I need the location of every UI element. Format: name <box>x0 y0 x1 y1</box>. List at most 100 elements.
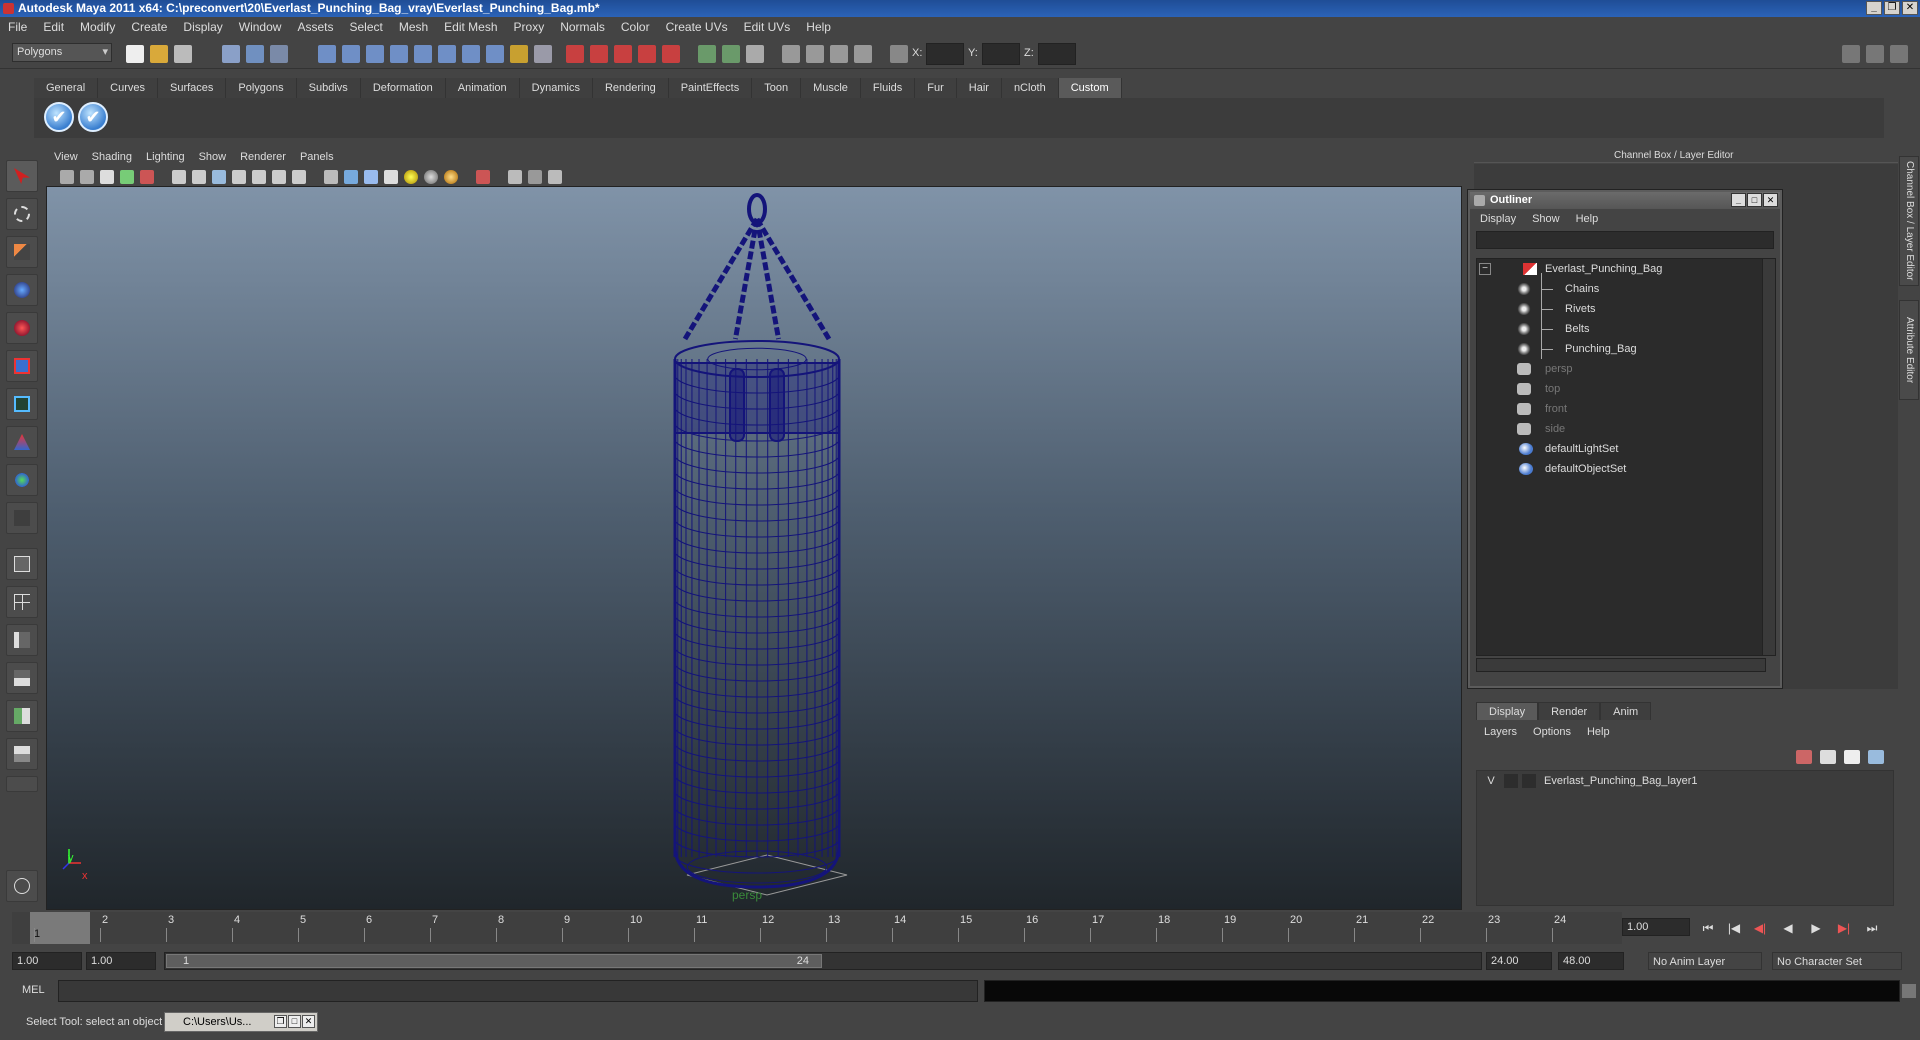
layer-visibility-toggle[interactable]: V <box>1484 772 1498 790</box>
layer-menu-layers[interactable]: Layers <box>1484 726 1517 738</box>
outliner-close-button[interactable]: ✕ <box>1763 193 1778 207</box>
select-curves-icon[interactable] <box>366 45 384 63</box>
select-camera-icon[interactable] <box>60 170 74 184</box>
close-button[interactable]: ✕ <box>1902 1 1918 15</box>
render-current-frame-icon[interactable] <box>806 45 824 63</box>
viewport-menu-lighting[interactable]: Lighting <box>146 151 185 163</box>
animation-start-field[interactable]: 1.00 <box>12 952 82 970</box>
select-rendering-icon[interactable] <box>462 45 480 63</box>
perspective-viewport[interactable] <box>46 186 1462 910</box>
menu-set-select[interactable]: Polygons ▾ <box>12 43 112 62</box>
wireframe-icon[interactable] <box>324 170 338 184</box>
shelf-tab-general[interactable]: General <box>34 78 99 98</box>
current-time-field[interactable]: 1.00 <box>1622 918 1690 936</box>
shelf-tab-toon[interactable]: Toon <box>752 78 802 98</box>
menu-color[interactable]: Color <box>621 20 650 34</box>
open-scene-icon[interactable] <box>150 45 168 63</box>
viewport-menu-view[interactable]: View <box>54 151 78 163</box>
menu-edit-mesh[interactable]: Edit Mesh <box>444 20 497 34</box>
menu-create[interactable]: Create <box>131 20 167 34</box>
make-live-icon[interactable] <box>662 45 680 63</box>
layer-tab-anim[interactable]: Anim <box>1600 702 1652 720</box>
shelf-tab-dynamics[interactable]: Dynamics <box>519 78 593 98</box>
soft-modification-button[interactable] <box>6 426 38 458</box>
menu-help[interactable]: Help <box>806 20 831 34</box>
lock-selection-icon[interactable] <box>510 45 528 63</box>
shelf-tab-custom[interactable]: Custom <box>1058 78 1122 98</box>
isolate-select-icon[interactable] <box>476 170 490 184</box>
gate-mask-icon[interactable] <box>232 170 246 184</box>
outliner-item-front[interactable]: front <box>1477 399 1757 419</box>
menu-display[interactable]: Display <box>183 20 222 34</box>
last-tool-button[interactable] <box>6 502 38 534</box>
layer-menu-help[interactable]: Help <box>1587 726 1610 738</box>
outliner-title-bar[interactable]: Outliner _ □ ✕ <box>1470 192 1780 209</box>
shelf-tab-curves[interactable]: Curves <box>98 78 158 98</box>
persp-outliner-layout-button[interactable] <box>6 624 38 656</box>
shelf-tab-rendering[interactable]: Rendering <box>592 78 669 98</box>
input-connections-icon[interactable] <box>698 45 716 63</box>
menu-mesh[interactable]: Mesh <box>399 20 428 34</box>
select-dynamics-icon[interactable] <box>438 45 456 63</box>
shelf-tab-surfaces[interactable]: Surfaces <box>157 78 227 98</box>
bookmarks-icon[interactable] <box>100 170 114 184</box>
minimize-button[interactable]: _ <box>1866 1 1882 15</box>
select-by-hierarchy-icon[interactable] <box>222 45 240 63</box>
attribute-editor-side-tab[interactable]: Attribute Editor <box>1899 300 1919 400</box>
show-hud-icon[interactable] <box>548 170 562 184</box>
resolution-gate-icon[interactable] <box>212 170 226 184</box>
channel-box-side-tab[interactable]: Channel Box / Layer Editor <box>1899 156 1919 286</box>
step-forward-frame-button[interactable]: ▶| <box>1834 920 1854 936</box>
layout-collapse-button[interactable] <box>6 776 38 792</box>
snap-to-curves-icon[interactable] <box>590 45 608 63</box>
persp-graph-outliner-layout-button[interactable] <box>6 738 38 770</box>
step-back-frame-button[interactable]: ◀| <box>1750 920 1770 936</box>
safe-title-icon[interactable] <box>292 170 306 184</box>
arrange-icons-button[interactable] <box>6 870 38 902</box>
viewport-menu-renderer[interactable]: Renderer <box>240 151 286 163</box>
layer-menu-options[interactable]: Options <box>1533 726 1571 738</box>
layer-display-type-toggle[interactable] <box>1504 774 1518 788</box>
field-chart-icon[interactable] <box>252 170 266 184</box>
outliner-maximize-button[interactable]: □ <box>1747 193 1762 207</box>
go-to-end-button[interactable]: ⏭ <box>1862 920 1882 936</box>
menu-window[interactable]: Window <box>239 20 282 34</box>
create-layer-from-selected-icon[interactable] <box>1868 750 1884 764</box>
playback-start-field[interactable]: 1.00 <box>86 952 156 970</box>
time-slider[interactable] <box>12 912 1622 944</box>
restore-icon[interactable]: ❐ <box>274 1015 287 1028</box>
xray-joints-icon[interactable] <box>528 170 542 184</box>
minimized-window-button[interactable]: C:\Users\Us... ❐ □ ✕ <box>164 1012 318 1032</box>
four-view-layout-button[interactable] <box>6 586 38 618</box>
wireframe-on-shaded-icon[interactable] <box>364 170 378 184</box>
viewport-menu-show[interactable]: Show <box>199 151 227 163</box>
grease-pencil-icon[interactable] <box>140 170 154 184</box>
hypershade-persp-layout-button[interactable] <box>6 700 38 732</box>
transform-field-mode-icon[interactable] <box>890 45 908 63</box>
viewport-menu-panels[interactable]: Panels <box>300 151 334 163</box>
highlight-selection-icon[interactable] <box>534 45 552 63</box>
create-empty-layer-icon[interactable] <box>1844 750 1860 764</box>
close-icon[interactable]: ✕ <box>302 1015 315 1028</box>
script-language-toggle[interactable]: MEL <box>22 984 45 996</box>
scale-tool-button[interactable] <box>6 350 38 382</box>
menu-edit[interactable]: Edit <box>43 20 64 34</box>
script-editor-icon[interactable] <box>1902 984 1916 998</box>
shelf-tab-subdivs[interactable]: Subdivs <box>296 78 361 98</box>
shelf-tab-fluids[interactable]: Fluids <box>860 78 916 98</box>
select-surfaces-icon[interactable] <box>390 45 408 63</box>
grid-icon[interactable] <box>172 170 186 184</box>
camera-attributes-icon[interactable] <box>80 170 94 184</box>
construction-history-icon[interactable] <box>746 45 764 63</box>
outliner-item-chains[interactable]: Chains <box>1477 279 1757 299</box>
safe-action-icon[interactable] <box>272 170 286 184</box>
image-plane-icon[interactable] <box>120 170 134 184</box>
outliner-item-rivets[interactable]: Rivets <box>1477 299 1757 319</box>
outliner-menu-display[interactable]: Display <box>1480 213 1516 225</box>
outliner-menu-help[interactable]: Help <box>1576 213 1599 225</box>
play-backwards-button[interactable]: ◀ <box>1778 920 1798 936</box>
universal-manipulator-button[interactable] <box>6 388 38 420</box>
save-scene-icon[interactable] <box>174 45 192 63</box>
character-set-dropdown[interactable]: No Character Set <box>1772 952 1902 970</box>
move-tool-button[interactable] <box>6 274 38 306</box>
